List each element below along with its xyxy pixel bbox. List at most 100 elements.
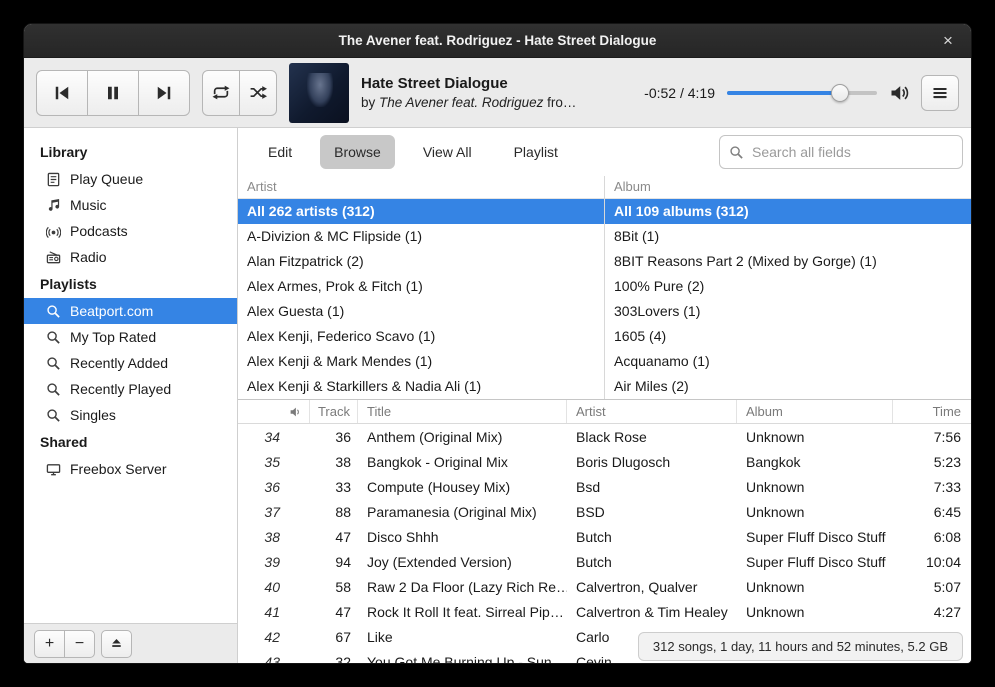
- album-row[interactable]: Acquanamo (1): [605, 349, 971, 374]
- now-playing-title: Hate Street Dialogue: [361, 75, 576, 92]
- sidebar-item-recently-played[interactable]: Recently Played: [24, 376, 237, 402]
- repeat-icon: [212, 84, 230, 101]
- sidebar-item-recently-added[interactable]: Recently Added: [24, 350, 237, 376]
- mode-controls: [202, 70, 277, 116]
- remove-playlist-button[interactable]: −: [64, 630, 95, 658]
- album-row[interactable]: Air Miles (2): [605, 374, 971, 399]
- album-column-header[interactable]: Album: [737, 400, 893, 423]
- sidebar-item-label: Play Queue: [70, 171, 143, 187]
- artist-column-header[interactable]: Artist: [567, 400, 737, 423]
- playing-column-header[interactable]: [238, 400, 310, 423]
- section-header-playlists: Playlists: [24, 270, 237, 298]
- search-icon: [45, 355, 61, 371]
- app-window: The Avener feat. Rodriguez - Hate Street…: [24, 24, 971, 663]
- title-column-header[interactable]: Title: [358, 400, 567, 423]
- track-column-header[interactable]: Track: [310, 400, 358, 423]
- track-row[interactable]: 34 36 Anthem (Original Mix) Black Rose U…: [238, 424, 971, 449]
- artist-row[interactable]: Alex Armes, Prok & Fitch (1): [238, 274, 604, 299]
- sidebar-item-beatport[interactable]: Beatport.com: [24, 298, 237, 324]
- browser-panes: Artist All 262 artists (312) A-Divizion …: [238, 176, 971, 400]
- playlist-edit-group: + −: [34, 630, 95, 658]
- track-row[interactable]: 39 94 Joy (Extended Version) Butch Super…: [238, 549, 971, 574]
- artist-row[interactable]: A-Divizion & MC Flipside (1): [238, 224, 604, 249]
- sidebar-item-label: Radio: [70, 249, 107, 265]
- repeat-button[interactable]: [202, 70, 240, 116]
- sidebar: Library Play Queue Music Podcasts Radio: [24, 128, 238, 663]
- radio-icon: [45, 249, 61, 265]
- seek-handle[interactable]: [831, 84, 849, 102]
- sidebar-item-music[interactable]: Music: [24, 192, 237, 218]
- track-row[interactable]: 36 33 Compute (Housey Mix) Bsd Unknown 7…: [238, 474, 971, 499]
- track-list-header: Track Title Artist Album Time: [238, 400, 971, 424]
- sidebar-item-my-top-rated[interactable]: My Top Rated: [24, 324, 237, 350]
- search-input[interactable]: [752, 144, 953, 160]
- shuffle-button[interactable]: [239, 70, 277, 116]
- artist-row[interactable]: Alex Kenji & Mark Mendes (1): [238, 349, 604, 374]
- album-row-all[interactable]: All 109 albums (312): [605, 199, 971, 224]
- window-title: The Avener feat. Rodriguez - Hate Street…: [339, 33, 657, 48]
- album-art: [289, 63, 349, 123]
- search-box[interactable]: [719, 135, 963, 169]
- search-icon: [45, 303, 61, 319]
- track-row[interactable]: 37 88 Paramanesia (Original Mix) BSD Unk…: [238, 499, 971, 524]
- album-pane: Album All 109 albums (312) 8Bit (1) 8BIT…: [604, 176, 971, 399]
- view-all-button[interactable]: View All: [409, 135, 486, 169]
- sidebar-item-label: Beatport.com: [70, 303, 153, 319]
- add-playlist-button[interactable]: +: [34, 630, 65, 658]
- pause-button[interactable]: [87, 70, 139, 116]
- pause-icon: [103, 83, 123, 103]
- track-row[interactable]: 35 38 Bangkok - Original Mix Boris Dlugo…: [238, 449, 971, 474]
- menu-button[interactable]: [921, 75, 959, 111]
- track-rows: 34 36 Anthem (Original Mix) Black Rose U…: [238, 424, 971, 663]
- playback-time: -0:52 / 4:19: [644, 85, 715, 101]
- album-row[interactable]: 1605 (4): [605, 324, 971, 349]
- track-row[interactable]: 41 47 Rock It Roll It feat. Sirreal Pip……: [238, 599, 971, 624]
- titlebar: The Avener feat. Rodriguez - Hate Street…: [24, 24, 971, 58]
- sidebar-item-label: Freebox Server: [70, 461, 166, 477]
- track-row[interactable]: 38 47 Disco Shhh Butch Super Fluff Disco…: [238, 524, 971, 549]
- edit-button[interactable]: Edit: [254, 135, 306, 169]
- artist-row-all[interactable]: All 262 artists (312): [238, 199, 604, 224]
- sidebar-item-freebox-server[interactable]: Freebox Server: [24, 456, 237, 482]
- eject-button[interactable]: [101, 630, 132, 658]
- artist-row[interactable]: Alex Kenji, Federico Scavo (1): [238, 324, 604, 349]
- search-icon: [729, 145, 744, 160]
- content: Library Play Queue Music Podcasts Radio: [24, 128, 971, 663]
- time-column-header[interactable]: Time: [893, 400, 971, 423]
- volume-button[interactable]: [889, 83, 909, 103]
- playback-controls: [36, 70, 190, 116]
- previous-button[interactable]: [36, 70, 88, 116]
- artist-pane: Artist All 262 artists (312) A-Divizion …: [238, 176, 604, 399]
- browse-button[interactable]: Browse: [320, 135, 395, 169]
- album-row[interactable]: 8Bit (1): [605, 224, 971, 249]
- play-queue-icon: [45, 171, 61, 187]
- next-button[interactable]: [138, 70, 190, 116]
- now-playing-artist: by The Avener feat. Rodriguez fro…: [361, 95, 576, 110]
- album-row[interactable]: 303Lovers (1): [605, 299, 971, 324]
- sidebar-footer: + −: [24, 623, 237, 663]
- seek-slider[interactable]: [727, 84, 877, 102]
- podcast-icon: [45, 223, 61, 239]
- sidebar-item-singles[interactable]: Singles: [24, 402, 237, 428]
- artist-row[interactable]: Alex Guesta (1): [238, 299, 604, 324]
- playlist-button[interactable]: Playlist: [500, 135, 572, 169]
- artist-row[interactable]: Alan Fitzpatrick (2): [238, 249, 604, 274]
- previous-icon: [52, 83, 72, 103]
- sidebar-item-label: My Top Rated: [70, 329, 156, 345]
- sidebar-item-radio[interactable]: Radio: [24, 244, 237, 270]
- album-column-header: Album: [605, 176, 971, 199]
- track-row[interactable]: 40 58 Raw 2 Da Floor (Lazy Rich Re… Calv…: [238, 574, 971, 599]
- close-button[interactable]: ×: [937, 30, 959, 52]
- search-icon: [45, 381, 61, 397]
- album-row[interactable]: 8BIT Reasons Part 2 (Mixed by Gorge) (1): [605, 249, 971, 274]
- main-area: Edit Browse View All Playlist Artist All…: [238, 128, 971, 663]
- sidebar-item-play-queue[interactable]: Play Queue: [24, 166, 237, 192]
- shuffle-icon: [249, 84, 267, 101]
- status-bar: 312 songs, 1 day, 11 hours and 52 minute…: [638, 632, 963, 661]
- artist-row[interactable]: Alex Kenji & Starkillers & Nadia Ali (1): [238, 374, 604, 399]
- eject-icon: [110, 637, 123, 650]
- sidebar-item-podcasts[interactable]: Podcasts: [24, 218, 237, 244]
- track-list: Track Title Artist Album Time 34 36 Anth…: [238, 400, 971, 663]
- sidebar-item-label: Recently Played: [70, 381, 171, 397]
- album-row[interactable]: 100% Pure (2): [605, 274, 971, 299]
